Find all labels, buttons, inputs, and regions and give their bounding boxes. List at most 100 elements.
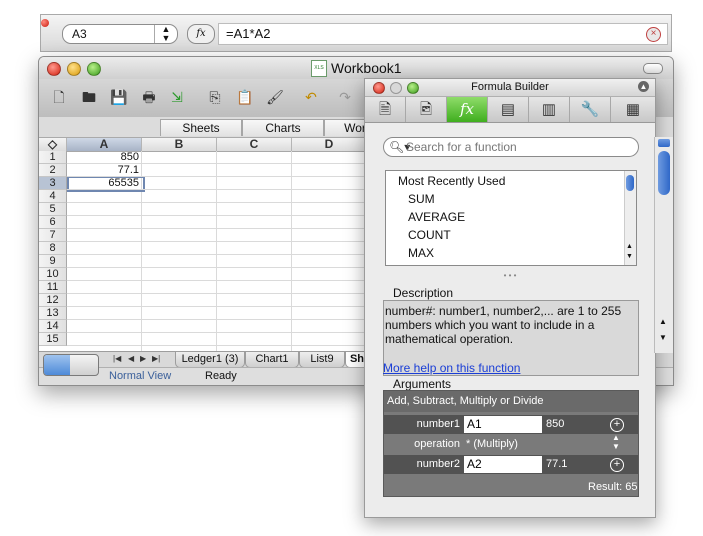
add-argument-icon[interactable]: + [610,458,624,472]
view-toggle [43,354,99,376]
close-icon[interactable] [41,19,49,27]
formatting-palette-tab[interactable]: 🗎 [365,97,406,122]
arguments-title: Add, Subtract, Multiply or Divide [384,391,638,412]
row-header[interactable]: 8 [39,242,67,255]
row-header[interactable]: 14 [39,320,67,333]
insert-function-button[interactable]: fx [187,24,215,44]
resize-grip-icon[interactable]: • • • [365,271,655,280]
copy-icon[interactable]: ⎘ [205,87,225,107]
column-header-c[interactable]: C [217,138,292,152]
object-palette-tab[interactable]: 🖻 [406,97,447,122]
cell-a1[interactable]: 850 [67,151,139,163]
row-header[interactable]: 11 [39,281,67,294]
normal-view-button[interactable] [44,355,70,375]
format-painter-icon[interactable]: 🖌 [265,87,285,107]
tab-charts[interactable]: Charts [242,119,324,136]
save-icon[interactable]: 💾 [109,87,129,107]
print-icon[interactable]: 🖶 [139,87,159,107]
scroll-up-icon[interactable]: ▲ [626,243,633,250]
description-heading: Description [393,286,454,300]
row-header[interactable]: 12 [39,294,67,307]
palette-title: Formula Builder [471,81,549,93]
new-workbook-icon[interactable]: 🗋 [49,87,69,107]
argument-input[interactable]: A1 [464,416,542,433]
excel-document-icon: XLS [311,60,327,77]
list-group-header: Most Recently Used [398,174,506,188]
projects-tab[interactable]: ▦ [611,97,655,122]
paste-icon[interactable]: 📋 [235,87,255,107]
row-header[interactable]: 15 [39,333,67,346]
column-header-d[interactable]: D [292,138,367,152]
column-header-a[interactable]: A [67,138,142,152]
search-placeholder: Search for a function [406,140,517,154]
operation-select-value[interactable]: * (Multiply) [466,435,518,454]
next-sheet-icon[interactable]: ▶ [140,354,146,363]
vertical-scrollbar[interactable]: ▲ ▼ [654,137,673,353]
undo-icon[interactable]: ↶ [301,87,321,107]
formula-builder-palette: Formula Builder ▲ 🗎 🖻 fx ▤ ▥ 🔧 ▦ 🔍︎▾ Sea… [364,78,656,518]
row-header[interactable]: 6 [39,216,67,229]
cell-reference-value: A3 [72,27,87,41]
function-search-input[interactable]: 🔍︎▾ Search for a function [383,137,639,157]
operation-stepper-icon[interactable]: ▲ ▼ [612,433,620,451]
sheet-tab-ledger1[interactable]: Ledger1 (3) [175,352,245,368]
scroll-down-icon[interactable]: ▼ [626,253,633,260]
argument-label: number1 [416,418,460,430]
page-layout-view-button[interactable] [71,355,98,375]
tab-sheets[interactable]: Sheets [160,119,242,136]
scroll-thumb[interactable] [658,151,670,195]
list-scrollbar[interactable]: ▲ ▼ [624,171,636,265]
row-header[interactable]: 9 [39,255,67,268]
stepper-icon[interactable]: ▲ ▼ [154,25,177,43]
window-minimize-button[interactable] [67,62,81,76]
scroll-thumb[interactable] [626,175,634,191]
function-item-max[interactable]: MAX [408,244,644,262]
import-icon[interactable]: ⇲ [167,87,187,107]
cell-a2[interactable]: 77.1 [67,164,139,176]
compatibility-tab[interactable]: 🔧 [570,97,611,122]
toolbar-toggle-button[interactable] [643,63,663,74]
function-list[interactable]: Most Recently Used SUM AVERAGE COUNT MAX… [385,170,637,266]
row-header[interactable]: 3 [39,177,67,190]
collapse-icon[interactable]: ▲ [638,81,649,92]
formula-input[interactable]: =A1*A2 × [218,23,668,45]
more-help-link[interactable]: More help on this function [383,361,520,375]
sheet-tab-list9[interactable]: List9 [299,352,345,368]
scrapbook-tab[interactable]: ▤ [488,97,529,122]
cell-reference-box[interactable]: A3 ▲ ▼ [62,24,178,44]
argument-label: number2 [416,458,460,470]
function-item-sum[interactable]: SUM [408,190,644,208]
row-header[interactable]: 7 [39,229,67,242]
sheet-tab-chart1[interactable]: Chart1 [245,352,299,368]
arguments-heading: Arguments [393,377,452,391]
window-close-button[interactable] [47,62,61,76]
scroll-split-icon[interactable] [658,139,670,147]
description-text: number#: number1, number2,... are 1 to 2… [385,304,622,346]
redo-icon[interactable]: ↷ [335,87,355,107]
palette-titlebar: Formula Builder ▲ [365,79,655,97]
row-header[interactable]: 2 [39,164,67,177]
row-header[interactable]: 1 [39,151,67,164]
prev-sheet-icon[interactable]: ◀ [128,354,134,363]
argument-row-operation: operation * (Multiply) ▲ ▼ [384,433,638,454]
window-titlebar: XLS Workbook1 [39,57,673,79]
column-header-b[interactable]: B [142,138,217,152]
scroll-down-icon[interactable]: ▼ [659,333,667,342]
row-header[interactable]: 5 [39,203,67,216]
argument-input[interactable]: A2 [464,456,542,473]
scroll-up-icon[interactable]: ▲ [659,317,667,326]
row-header[interactable]: 13 [39,307,67,320]
open-icon[interactable]: 🖿 [79,87,99,107]
window-zoom-button[interactable] [87,62,101,76]
first-sheet-icon[interactable]: |◀ [113,354,121,363]
row-header[interactable]: 4 [39,190,67,203]
select-all-corner[interactable]: ◇ [39,138,67,152]
function-item-average[interactable]: AVERAGE [408,208,644,226]
add-argument-icon[interactable]: + [610,418,624,432]
last-sheet-icon[interactable]: ▶| [152,354,160,363]
clear-formula-icon[interactable]: × [646,27,661,42]
function-item-count[interactable]: COUNT [408,226,644,244]
reference-tools-tab[interactable]: ▥ [529,97,570,122]
row-header[interactable]: 10 [39,268,67,281]
formula-builder-tab[interactable]: fx [447,97,488,122]
